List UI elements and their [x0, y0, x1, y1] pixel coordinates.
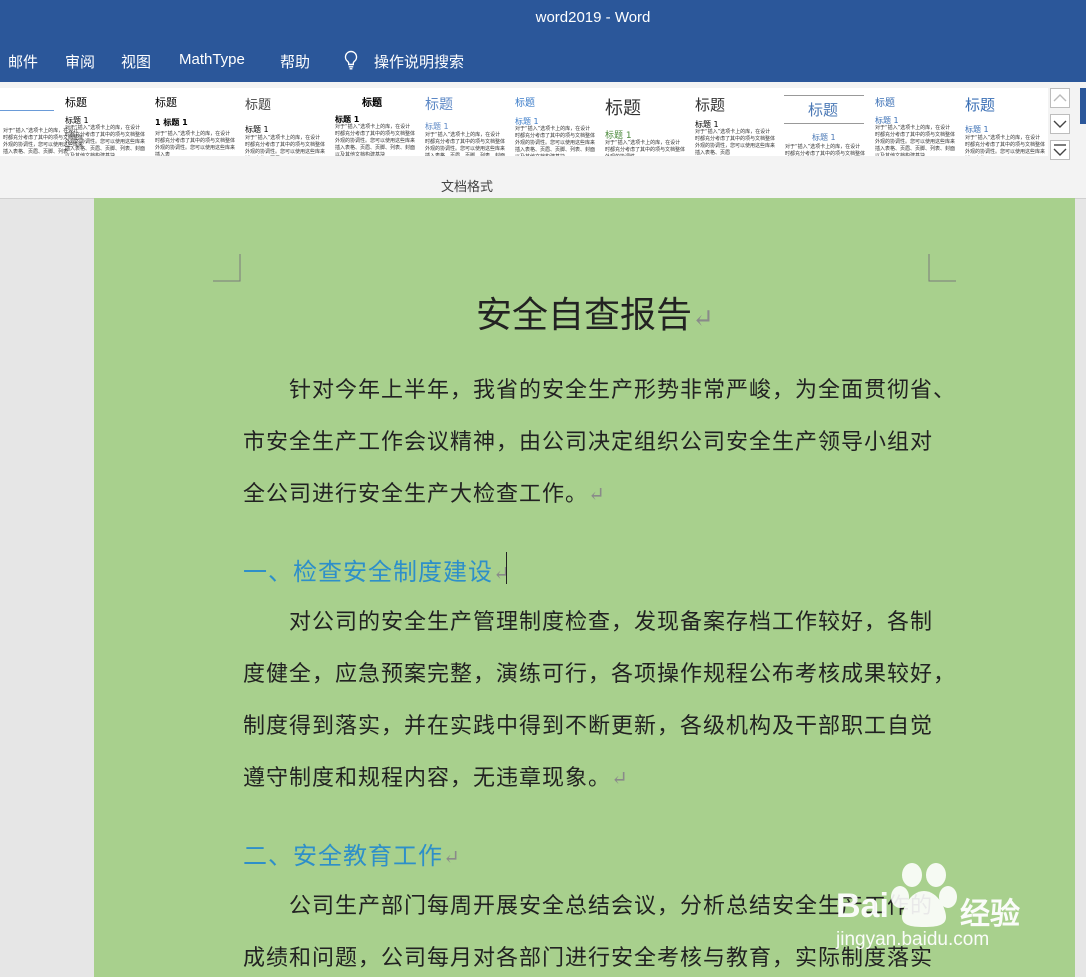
tile-title: 标题	[965, 96, 996, 114]
body-line[interactable]: 成绩和问题，公司每月对各部门进行安全考核与教育，实际制度落实	[243, 940, 933, 972]
ribbon-panel: 对于“插入”选项卡上的库，在设计时都充分考虑了其中的项与文档整体外观的协调性，您…	[0, 82, 1086, 199]
lightbulb-icon[interactable]	[342, 50, 360, 70]
tile-title: 标题	[515, 98, 535, 109]
style-set-tile[interactable]: 标题 标题 1 对于“插入”选项卡上的库，在设计时都充分考虑了其中的项与文档整体…	[512, 88, 598, 156]
body-line[interactable]: 制度得到落实，并在实践中得到不断更新，各级机构及干部职工自觉	[243, 708, 933, 740]
tile-body-text: 对于“插入”选项卡上的库，在设计时都充分考虑了其中的项与文档整体外观的协调性。您…	[515, 126, 596, 156]
tile-title: 标题	[808, 101, 839, 119]
style-set-tile[interactable]: 标题 标题 1 对于“插入”选项卡上的库，在设计时都充分考虑了其中的项与文档整体…	[422, 88, 508, 156]
gallery-scroll-up-button[interactable]	[1050, 88, 1070, 108]
watermark: Bai 经验 jingyan.baidu.com	[836, 855, 1056, 965]
style-set-tile[interactable]: 标题 标题 1 对于“插入”选项卡上的库，在设计时都充分考虑了其中的项与文档整体…	[782, 88, 868, 156]
body-line[interactable]: 针对今年上半年，我省的安全生产形势非常严峻，为全面贯彻省、	[289, 372, 956, 404]
tile-body-text: 对于“插入”选项卡上的库，在设计时都充分考虑了其中的项与文档整体外观的协调性。您…	[875, 125, 956, 156]
chevron-down-icon	[1053, 120, 1067, 128]
watermark-brand: Bai	[836, 887, 889, 925]
style-set-tile[interactable]: 标题 标题 1 对于“插入”选项卡上的库，在设计时都充分考虑了其中的项与文档整体…	[602, 88, 688, 156]
paragraph-mark: ↵	[493, 561, 511, 585]
ribbon-group-label: 文档格式	[440, 180, 493, 195]
tile-heading: 1 标题 1	[155, 118, 188, 127]
style-set-tile[interactable]: 标题 标题 1 对于“插入”选项卡上的库，在设计时都充分考虑了其中的项与文档整体…	[692, 88, 778, 156]
tile-body-text: 对于“插入”选项卡上的库，在设计时都充分考虑了其中的项与文档整体外观的协调性，您…	[695, 129, 776, 156]
paragraph-mark: ↵	[611, 766, 629, 790]
tile-title: 标题	[695, 96, 726, 114]
body-line[interactable]: 遵守制度和规程内容，无违章现象。↵	[243, 760, 629, 792]
search-box-label[interactable]: 操作说明搜索	[374, 51, 464, 72]
body-line[interactable]: 市安全生产工作会议精神，由公司决定组织公司安全生产领导小组对	[243, 424, 933, 456]
tile-title: 标题	[65, 96, 87, 109]
tile-rule	[784, 95, 864, 96]
gallery-more-button[interactable]	[1050, 140, 1070, 160]
tile-title: 标题	[155, 96, 177, 109]
ribbon-tabs: 邮件 审阅 视图 MathType 帮助 操作说明搜索	[0, 36, 1086, 82]
tile-underline	[0, 110, 54, 111]
section-heading-1[interactable]: 一、检查安全制度建设↵	[243, 552, 511, 587]
text-cursor	[506, 552, 507, 584]
body-line[interactable]: 对公司的安全生产管理制度检查，发现备案存档工作较好，各制	[289, 604, 933, 636]
style-set-tile[interactable]: 标题 标题 1 对于“插入”选项卡上的库，在设计时都充分考虑了其中的项与文档整体…	[62, 88, 148, 156]
margin-corner-mark	[928, 254, 956, 282]
tile-heading: 标题 1	[245, 125, 269, 134]
style-set-tile[interactable]: 标题 1 标题 1 对于“插入”选项卡上的库，在设计时都充分考虑了其中的项与文档…	[152, 88, 238, 156]
scrollbar-thumb[interactable]	[1080, 88, 1086, 124]
tile-body-text: 对于“插入”选项卡上的库，在设计时都充分考虑了其中的项与文档整体外观的协调性。您…	[65, 125, 146, 156]
document-title[interactable]: 安全自查报告↵	[476, 286, 714, 338]
body-line[interactable]: 全公司进行安全生产大检查工作。↵	[243, 476, 606, 508]
tile-title: 标题	[605, 98, 641, 119]
tab-mathtype[interactable]: MathType	[179, 51, 245, 68]
tile-body-text: 对于“插入”选项卡上的库，在设计时都充分考虑了其中的项与文档整体外观的协调性。您…	[155, 131, 236, 156]
tile-title: 标题	[875, 98, 895, 109]
chevron-up-icon	[1053, 94, 1067, 102]
tile-body-text: 对于“插入”选项卡上的库，在设计时都充分考虑了其中的项与文档整体外观的协调性	[605, 140, 686, 156]
watermark-url: jingyan.baidu.com	[836, 929, 990, 950]
paragraph-mark: ↵	[588, 482, 606, 506]
margin-corner-mark	[213, 254, 241, 282]
watermark-brand-cn: 经验	[960, 897, 1020, 932]
tile-rule	[784, 123, 864, 124]
paragraph-mark: ↵	[692, 304, 714, 334]
expand-gallery-icon	[1053, 144, 1067, 156]
style-set-tile[interactable]: 标题 标题 1 对于“插入”选项卡上的库，在设计时都充分考虑了其中的项与文档整体…	[242, 88, 328, 156]
paragraph-mark: ↵	[443, 845, 461, 869]
tile-body-text: 对于“插入”选项卡上的库，在设计时都充分考虑了其中的项与文档整体外观的协调性。您…	[245, 135, 326, 155]
tile-body-text: 对于“插入”选项卡上的库，在设计时都充分考虑了其中的项与文档整体外观的协调性	[785, 144, 866, 156]
style-set-gallery: 对于“插入”选项卡上的库，在设计时都充分考虑了其中的项与文档整体外观的协调性，您…	[0, 88, 1048, 156]
tile-heading: 标题 1	[965, 125, 989, 134]
tile-body-text: 对于“插入”选项卡上的库，在设计时都充分考虑了其中的项与文档整体外观的协调性。您…	[965, 135, 1046, 155]
style-set-tile[interactable]: 标题 标题 1 对于“插入”选项卡上的库，在设计时都充分考虑了其中的项与文档整体…	[332, 88, 418, 156]
tile-body-text: 对于“插入”选项卡上的库，在设计时都充分考虑了其中的项与文档整体外观的协调性。您…	[335, 124, 416, 156]
style-set-tile[interactable]: 标题 标题 1 对于“插入”选项卡上的库，在设计时都充分考虑了其中的项与文档整体…	[962, 88, 1048, 156]
body-line[interactable]: 度健全，应急预案完整，演练可行，各项操作规程公布考核成果较好，	[243, 656, 956, 688]
tab-help[interactable]: 帮助	[280, 51, 310, 72]
tile-title: 标题	[245, 98, 272, 113]
tab-view[interactable]: 视图	[121, 51, 151, 72]
tab-review[interactable]: 审阅	[65, 51, 95, 72]
tile-title: 标题	[362, 98, 382, 109]
tile-heading: 标题 1	[812, 133, 836, 142]
style-set-tile[interactable]: 标题 标题 1 对于“插入”选项卡上的库，在设计时都充分考虑了其中的项与文档整体…	[872, 88, 958, 156]
tile-body-text: 对于“插入”选项卡上的库，在设计时都充分考虑了其中的项与文档整体外观的协调性。您…	[425, 132, 506, 156]
tile-title: 标题	[425, 97, 453, 113]
title-bar: word2019 - Word	[0, 0, 1086, 36]
window-title: word2019 - Word	[535, 9, 651, 26]
gallery-scroll-down-button[interactable]	[1050, 114, 1070, 134]
tab-mailings[interactable]: 邮件	[8, 51, 38, 72]
tile-heading: 标题 1	[425, 122, 449, 131]
section-heading-2[interactable]: 二、安全教育工作↵	[243, 836, 461, 871]
